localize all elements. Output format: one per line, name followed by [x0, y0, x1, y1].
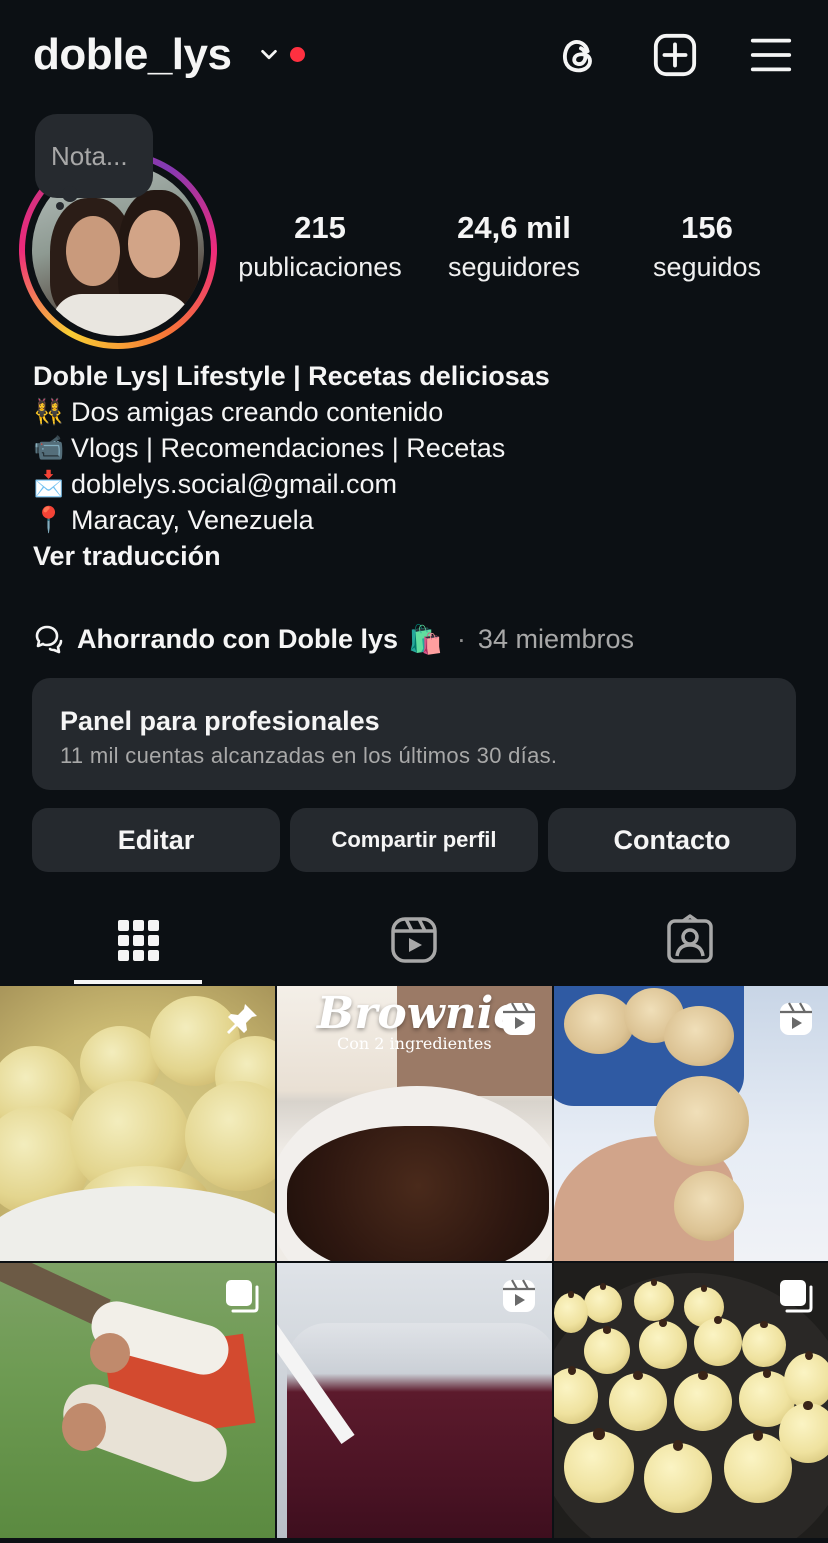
bio-line-text: Vlogs | Recomendaciones | Recetas [71, 433, 506, 463]
post-overlay-subtitle: Con 2 ingredientes [337, 1034, 492, 1053]
bio-line: 📹 Vlogs | Recomendaciones | Recetas [33, 430, 803, 466]
active-tab-indicator [74, 980, 202, 984]
top-bar: doble_lys [0, 0, 828, 112]
stat-label: seguidores [447, 252, 581, 282]
post-tile[interactable] [0, 986, 275, 1261]
note-placeholder[interactable]: Nota... [51, 141, 128, 172]
bio-line: 📍 Maracay, Venezuela [33, 502, 803, 538]
profile-page: doble_lys Nota... 215 publicaciones 24,6… [0, 0, 828, 1543]
shopping-bags-emoji: 🛍️ [408, 623, 443, 655]
separator-dot: · [456, 623, 466, 654]
reel-icon [780, 1002, 812, 1035]
posts-grid: Brownie Con 2 ingredientes [0, 986, 828, 1543]
username-switcher[interactable]: doble_lys [33, 30, 232, 80]
post-overlay-title: Brownie [317, 988, 522, 1039]
pin-emoji: 📍 [33, 506, 65, 534]
envelope-emoji: 📩 [33, 470, 65, 498]
channel-members: 34 miembros [477, 623, 634, 654]
professional-dashboard[interactable]: Panel para profesionales 11 mil cuentas … [32, 678, 796, 790]
threads-icon[interactable] [556, 32, 602, 78]
tagged-icon[interactable] [664, 914, 716, 966]
contact-button[interactable]: Contacto [548, 808, 796, 872]
menu-icon[interactable] [748, 32, 794, 78]
bio-line-text: Dos amigas creando contenido [71, 397, 444, 427]
stat-followers[interactable]: 24,6 mil seguidores [419, 210, 609, 283]
post-tile[interactable]: Brownie Con 2 ingredientes [277, 986, 552, 1261]
pin-icon [227, 1004, 257, 1034]
share-profile-button[interactable]: Compartir perfil [290, 808, 538, 872]
post-tile[interactable] [277, 1263, 552, 1538]
channel-icon [35, 625, 63, 654]
bio-line: 📩 doblelys.social@gmail.com [33, 466, 803, 502]
stat-value: 156 [681, 210, 733, 245]
stat-value: 215 [294, 210, 346, 245]
see-translation-link[interactable]: Ver traducción [33, 538, 803, 574]
stat-label: publicaciones [238, 252, 402, 282]
stat-label: seguidos [652, 252, 762, 282]
grid-icon[interactable] [112, 914, 164, 966]
edit-profile-button[interactable]: Editar [32, 808, 280, 872]
carousel-icon [226, 1280, 259, 1313]
post-tile[interactable] [554, 1263, 828, 1538]
add-post-icon[interactable] [652, 32, 698, 78]
post-tile[interactable] [554, 986, 828, 1261]
chevron-down-icon[interactable] [258, 44, 280, 66]
dancers-emoji: 👯‍♀️ [33, 398, 65, 426]
stat-posts[interactable]: 215 publicaciones [225, 210, 415, 283]
notification-dot [290, 47, 305, 62]
stat-following[interactable]: 156 seguidos [612, 210, 802, 283]
reel-icon [503, 1002, 535, 1035]
stat-value: 24,6 mil [457, 210, 571, 245]
pro-panel-title: Panel para profesionales [60, 706, 380, 736]
reel-icon [503, 1279, 535, 1312]
video-camera-emoji: 📹 [33, 434, 65, 462]
channel-name[interactable]: Ahorrando con Doble lys [77, 624, 398, 655]
carousel-icon [780, 1280, 813, 1313]
pro-panel-subtitle: 11 mil cuentas alcanzadas en los últimos… [60, 743, 558, 768]
reels-icon[interactable] [388, 914, 440, 966]
broadcast-channel[interactable]: Ahorrando con Doble lys 🛍️ · 34 miembros [33, 619, 634, 659]
bio-email[interactable]: doblelys.social@gmail.com [71, 466, 397, 502]
post-tile[interactable] [0, 1263, 275, 1538]
bio: Doble Lys| Lifestyle | Recetas deliciosa… [33, 358, 803, 574]
bio-location: Maracay, Venezuela [71, 505, 314, 535]
bio-line: 👯‍♀️ Dos amigas creando contenido [33, 394, 803, 430]
display-name: Doble Lys| Lifestyle | Recetas deliciosa… [33, 361, 550, 391]
